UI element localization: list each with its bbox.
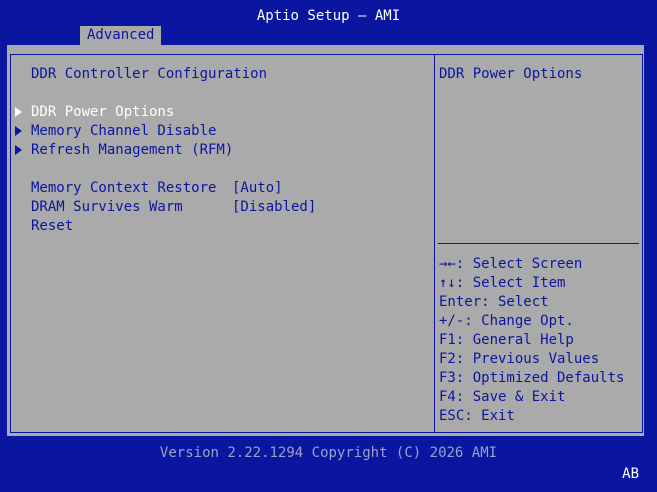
submenu-label: Refresh Management (RFM) — [31, 142, 234, 158]
key-help-item: Enter: Select — [439, 294, 549, 310]
page-title: DDR Controller Configuration — [31, 66, 268, 82]
submenu-arrow-icon — [15, 126, 22, 136]
key-help-item: F3: Optimized Defaults — [439, 370, 625, 386]
setting-value[interactable]: [Disabled] — [232, 198, 316, 217]
reset-item[interactable]: Reset — [31, 217, 73, 236]
tab-bar: Advanced — [0, 26, 657, 45]
key-help-item: F1: General Help — [439, 332, 574, 348]
key-help-item: ↑↓: Select Item — [439, 275, 566, 291]
setting-label: Memory Context Restore — [31, 180, 217, 196]
help-description: DDR Power Options — [439, 66, 583, 82]
key-help-item: F4: Save & Exit — [439, 389, 566, 405]
vertical-divider — [434, 54, 435, 433]
help-divider — [438, 243, 639, 244]
key-help-item: ESC: Exit — [439, 408, 515, 424]
submenu-arrow-icon — [15, 145, 22, 155]
bios-screen: Aptio Setup – AMI Advanced DDR Controlle… — [0, 0, 657, 492]
setting-value[interactable]: [Auto] — [232, 179, 283, 198]
version-footer: Version 2.22.1294 Copyright (C) 2026 AMI — [159, 445, 498, 461]
key-help-item: →←: Select Screen — [439, 256, 583, 272]
submenu-arrow-icon — [15, 107, 22, 117]
tab-advanced[interactable]: Advanced — [80, 26, 162, 45]
corner-badge: AB — [622, 466, 639, 482]
submenu-label: Memory Channel Disable — [31, 123, 217, 139]
key-help-item: +/-: Change Opt. — [439, 313, 574, 329]
setting-label: DRAM Survives Warm — [31, 199, 183, 215]
key-help-item: F2: Previous Values — [439, 351, 600, 367]
submenu-label: DDR Power Options — [31, 104, 175, 120]
main-panel: DDR Controller Configuration DDR Power O… — [7, 45, 644, 436]
window-title: Aptio Setup – AMI — [256, 8, 401, 24]
